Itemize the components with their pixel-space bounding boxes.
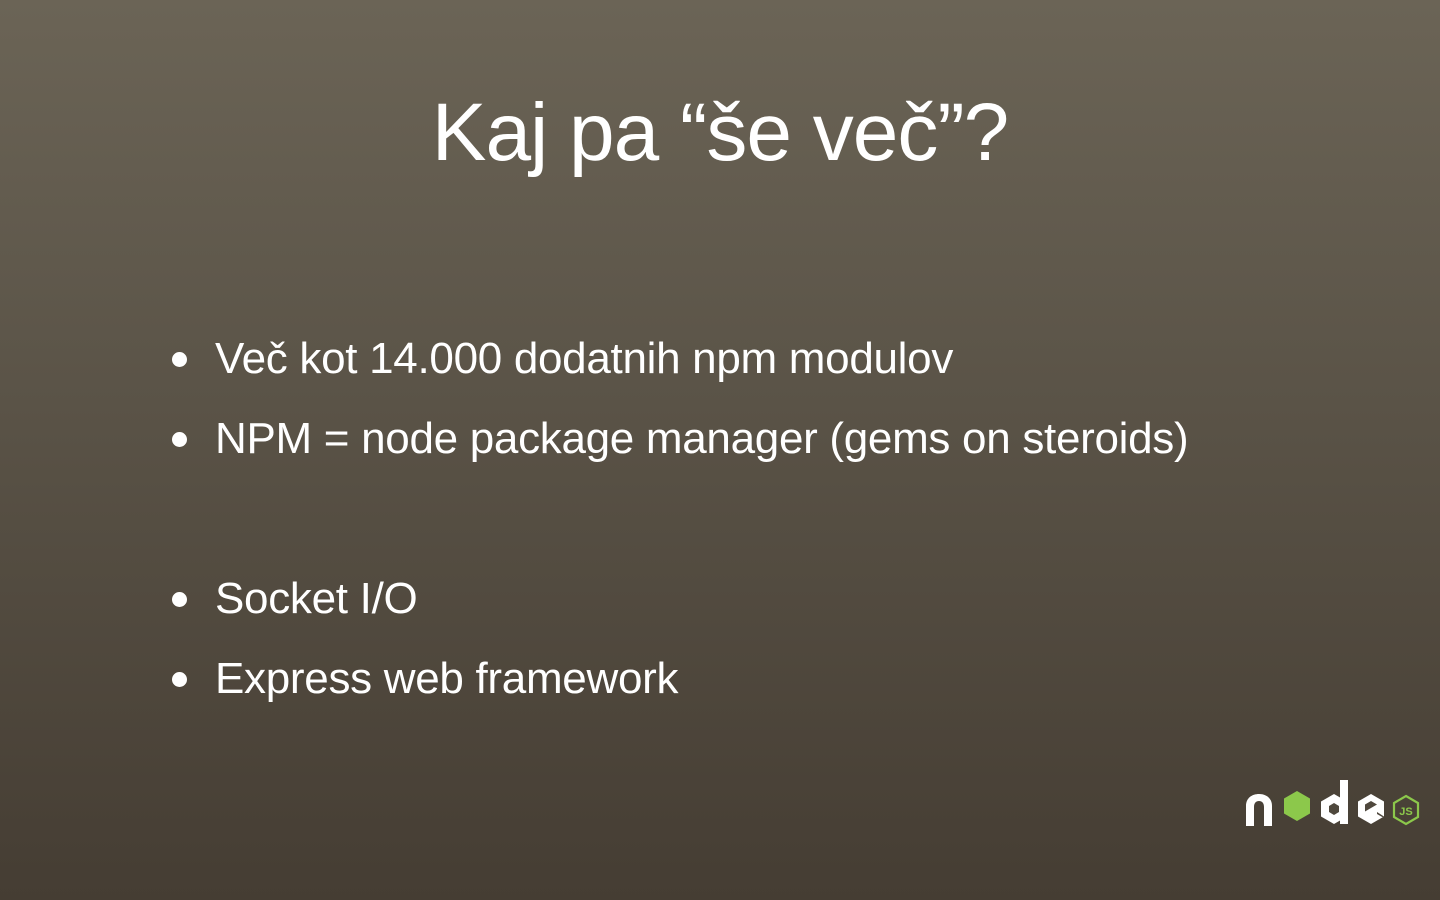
bullet-text: NPM = node package manager (gems on ster… [215, 414, 1189, 463]
node-js-logo: JS [1246, 780, 1420, 826]
bullet-item: NPM = node package manager (gems on ster… [172, 414, 1189, 464]
bullet-item: Socket I/O [172, 574, 418, 624]
logo-js-badge: JS [1392, 794, 1420, 826]
bullet-dot-icon [172, 351, 187, 367]
bullet-list: Več kot 14.000 dodatnih npm modulov NPM … [0, 0, 1440, 900]
bullet-text: Socket I/O [215, 574, 418, 623]
bullet-item: Express web framework [172, 654, 678, 704]
logo-hexagon-icon [1284, 791, 1310, 821]
bullet-text: Več kot 14.000 dodatnih npm modulov [215, 334, 954, 383]
logo-letter-e [1358, 794, 1384, 824]
bullet-dot-icon [172, 671, 187, 687]
bullet-item: Več kot 14.000 dodatnih npm modulov [172, 334, 953, 384]
logo-letter-n [1246, 794, 1272, 826]
bullet-dot-icon [172, 591, 187, 607]
bullet-dot-icon [172, 431, 187, 447]
logo-letter-d [1321, 780, 1348, 824]
logo-badge-text: JS [1399, 806, 1412, 818]
bullet-text: Express web framework [215, 654, 679, 703]
